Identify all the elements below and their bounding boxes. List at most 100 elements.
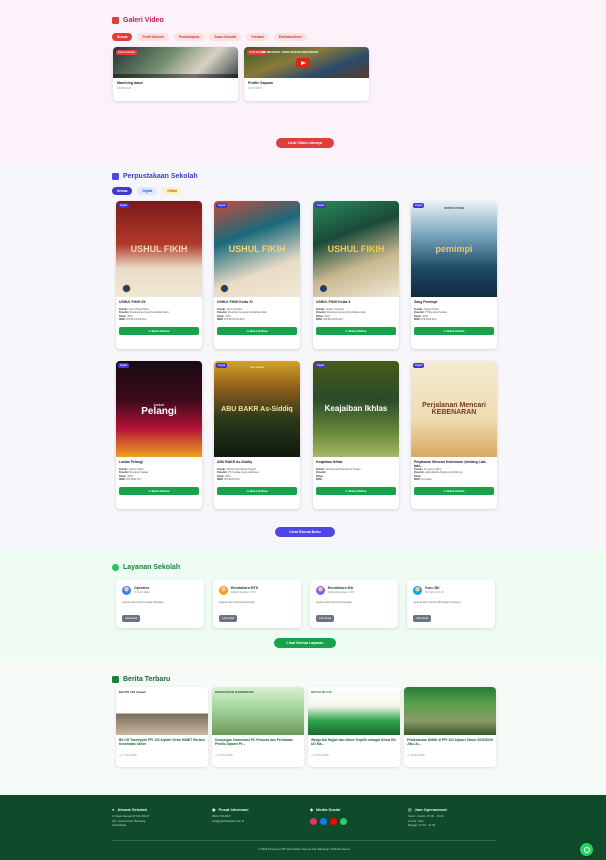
video-card[interactable]: Acara Sekolah Marching band 18/06/2025 [113,47,238,101]
library-filters: Semua Digital Offline [112,187,183,195]
service-name: Bendahara MTS [231,586,259,590]
book-title: USHUL FIKIH Kelas X [316,300,351,304]
video-thumbnail[interactable]: Acara Sekolah [113,47,238,78]
location-icon: ● [112,807,115,812]
book-cover[interactable]: Digital USHUL FIKIH [214,201,300,297]
video-card[interactable]: Profil Sekolah PP. MIFTAHUL HUDA PESANTR… [244,47,369,101]
read-online-button[interactable]: ▭ Baca Online [316,327,396,335]
more-services-button[interactable]: Lihat Semua Layanan [274,638,336,648]
library-filter[interactable]: Semua [112,187,133,195]
service-detail-button[interactable]: Lihat Detail [219,615,237,622]
news-date: ◷ 10 Nov 2025 [215,754,233,757]
news-image[interactable]: KETUA RU-UG [308,687,400,735]
video-badge: Acara Sekolah [116,50,137,55]
whatsapp-float-button[interactable] [580,843,593,856]
book-meta: Penulis: M. Arief Al Jahro Penerbit: sal… [414,468,463,482]
book-cover[interactable]: Digital Perjalanan Mencari KEBENARAN [411,361,497,457]
youtube-icon[interactable] [330,818,337,825]
more-books-button[interactable]: Lihat Semua Buku [275,527,335,537]
chat-icon [583,846,590,853]
service-detail-button[interactable]: Lihat Detail [122,615,140,622]
service-card[interactable]: Operator H. Abdul Malik Layanan dan Info… [116,580,204,628]
service-detail-button[interactable]: Lihat Detail [413,615,431,622]
gallery-filter[interactable]: Prestasi [246,33,269,41]
read-online-button[interactable]: ▭ Baca Online [414,487,494,495]
instagram-icon[interactable] [310,818,317,825]
book-tag: Digital [315,203,327,208]
avatar [219,586,228,595]
book-card[interactable]: Digital andrea hirata pemimpi Sang Pemim… [411,201,497,349]
info-icon: ◉ [212,807,216,812]
news-card[interactable]: Pelaksanaan ANBK di PPI 103 Arjawri Tahu… [404,687,496,767]
youtube-play-icon[interactable] [296,58,310,68]
service-name: Bendahara MA [328,586,354,590]
gallery-filter[interactable]: Semua [112,33,133,41]
news-title[interactable]: Warga MA Hajjah dan Zahra Terpilih sebag… [308,735,400,753]
heart-icon [112,564,119,571]
share-icon: ◆ [310,807,314,812]
read-online-button[interactable]: ▭ Baca Online [119,327,199,335]
footer-copyright: © 2025 Pesantren PPI 103 Arjawri. Semua … [258,847,350,851]
book-cover[interactable]: Digital USHUL FIKIH [313,201,399,297]
book-meta: Penulis: Muhammad Khoirudin Al Husaini P… [316,468,361,482]
book-tag: Digital [413,363,425,368]
book-author: Muhammad Khoirudin Al Husaini [325,468,361,471]
gallery-filter[interactable]: Ekstrakurikuler [273,33,308,41]
gallery-filter[interactable]: Profil Sekolah [137,33,169,41]
read-online-button[interactable]: ▭ Baca Online [217,487,297,495]
book-publisher: PT Pustaka Litera AntarNusa [227,471,259,475]
service-card[interactable]: Bendahara MA Nabila Ramadhani, S.Pd Laya… [310,580,398,628]
service-card[interactable]: Bendahara MTS Fadilah Mustafa, S.Pd.I La… [213,580,301,628]
read-online-button[interactable]: ▭ Baca Online [414,327,494,335]
book-cover[interactable]: Digital Seri Rasul ABU BAKR As-Siddiq [214,361,300,457]
news-card[interactable]: KUNJUNGAN KADERISASI Kunjungan Kaderisas… [212,687,304,767]
news-image-text: KUNJUNGAN KADERISASI [215,690,254,694]
footer-email[interactable]: info@ppi103arjawri.sch.id [212,819,249,824]
news-image[interactable]: KUNJUNGAN KADERISASI [212,687,304,735]
news-title[interactable]: Kunjungan Kaderisasi PC Pemuda dan Persa… [212,735,304,753]
book-meta: Penulis: Andrea Hirata Penerbit: PT Bent… [414,308,447,322]
news-image[interactable]: MA PPI 103 Arjawri [116,687,208,735]
library-filter[interactable]: Digital [137,187,158,195]
book-card[interactable]: Digital Seri Rasul ABU BAKR As-Siddiq AB… [214,361,300,509]
library-title: Perpustakaan Sekolah [123,173,198,180]
book-card[interactable]: Digital laskar Pelangi Laskar Pelangi Pe… [116,361,202,509]
read-online-button[interactable]: ▭ Baca Online [316,487,396,495]
read-online-button[interactable]: ▭ Baca Online [217,327,297,335]
service-card[interactable]: Guru BK Siti Nur Aini, S.Pd Layanan dan … [407,580,495,628]
book-card[interactable]: Digital Perjalanan Mencari KEBENARAN Per… [411,361,497,509]
services-section: Layanan Sekolah Operator H. Abdul Malik … [0,548,606,660]
gallery-filter[interactable]: Pembelajaran [173,33,205,41]
book-cover[interactable]: Digital Keajaiban Ikhlas [313,361,399,457]
book-cover[interactable]: Digital andrea hirata pemimpi [411,201,497,297]
news-title[interactable]: Pelaksanaan ANBK di PPI 103 Arjawri Tahu… [404,735,496,753]
service-detail-button[interactable]: Lihat Detail [316,615,334,622]
footer-social: ◆ Media Sosial [310,807,350,830]
news-image[interactable] [404,687,496,735]
book-card[interactable]: Digital Keajaiban Ikhlas Keajaiban Ikhla… [313,361,399,509]
news-image-text: KETUA RU-UG [311,690,332,694]
news-card[interactable]: KETUA RU-UG Warga MA Hajjah dan Zahra Te… [308,687,400,767]
video-thumbnail[interactable]: Profil Sekolah PP. MIFTAHUL HUDA PESANTR… [244,47,369,78]
whatsapp-icon[interactable] [340,818,347,825]
read-online-button[interactable]: ▭ Baca Online [119,487,199,495]
news-card[interactable]: MA PPI 103 Arjawri Bb UG Tasmiyyah PPI 1… [116,687,208,767]
book-tag: Digital [118,363,130,368]
facebook-icon[interactable] [320,818,327,825]
book-cover[interactable]: Digital laskar Pelangi [116,361,202,457]
book-publisher: Direktorat Jenderal Pendidikan Islam [326,311,366,315]
footer-info: ◉ Pusat Informasi 0822-720-4847 info@ppi1… [212,807,249,823]
book-card[interactable]: Digital USHUL FIKIH USHUL FIKIH Kelas X … [313,201,399,349]
library-filter[interactable]: Offline [162,187,183,195]
footer-col-title: Media Sosial [316,807,341,812]
service-desc: Layanan dan Informasi Keuangan [316,601,352,604]
video-controls[interactable] [113,74,238,78]
book-cover[interactable]: Digital USHUL FIKIH [116,201,202,297]
book-card[interactable]: Digital USHUL FIKIH USHUL FIKIH Kelas XI… [214,201,300,349]
book-tag: Digital [216,203,228,208]
gallery-filter[interactable]: Acara Sekolah [209,33,242,41]
footer-divider [112,840,496,841]
news-title[interactable]: Bb UG Tasmiyyah PPI 103 Arjawri Gelar MA… [116,735,208,753]
more-videos-button[interactable]: Lihat Video Lainnya [276,138,334,148]
book-card[interactable]: Digital USHUL FIKIH USHUL FIKIH XII Penu… [116,201,202,349]
